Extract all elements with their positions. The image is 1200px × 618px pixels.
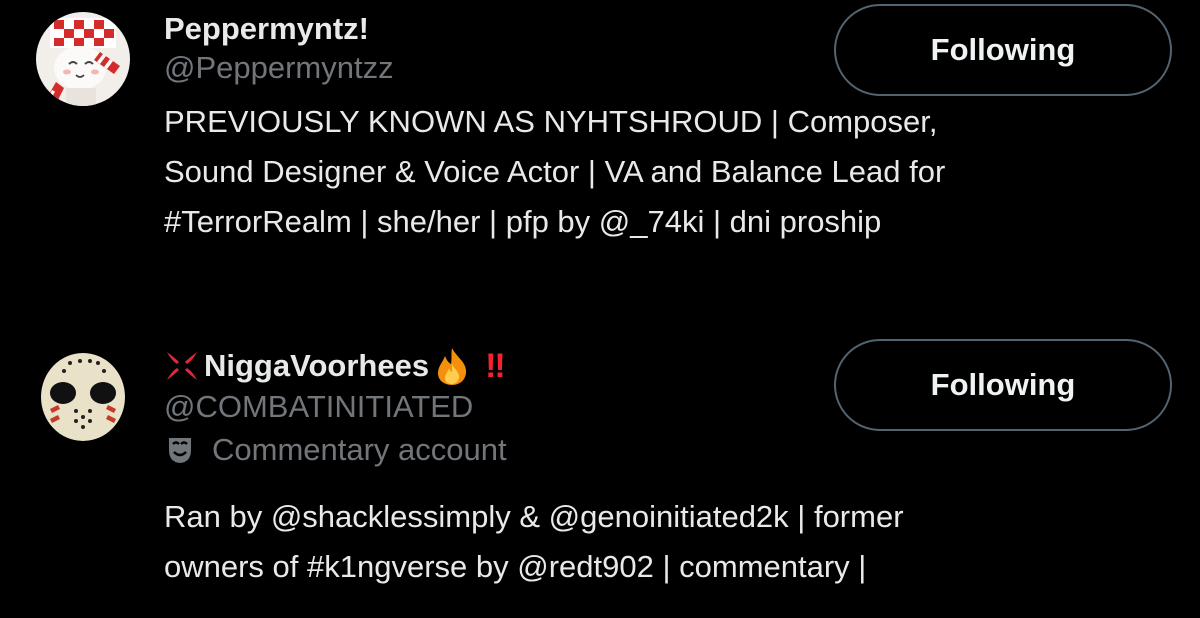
user-cell[interactable]: NiggaVoorhees ‼ @COMBATINITIATED Comment… — [0, 320, 1200, 618]
following-button[interactable]: Following — [834, 4, 1172, 96]
account-label-text[interactable]: Commentary account — [212, 430, 507, 470]
anger-symbol-icon — [167, 352, 197, 380]
user-bio: Ran by @shacklessimply & @genoinitiated2… — [164, 499, 904, 584]
user-bio: PREVIOUSLY KNOWN AS NYHTSHROUD | Compose… — [164, 104, 946, 239]
account-label[interactable]: Commentary account — [164, 430, 1160, 470]
avatar[interactable] — [36, 347, 130, 441]
double-exclamation-icon: ‼ — [485, 347, 505, 385]
theater-masks-icon — [169, 438, 191, 463]
fire-icon — [438, 348, 467, 385]
display-name-text[interactable]: NiggaVoorhees — [204, 348, 429, 384]
hockey-mask-avatar-icon — [36, 347, 130, 441]
avatar[interactable] — [36, 12, 130, 106]
display-name-text[interactable]: Peppermyntz! — [164, 11, 369, 47]
peppermint-character-avatar-icon — [36, 12, 130, 106]
following-button[interactable]: Following — [834, 339, 1172, 431]
user-list: Peppermyntz! @Peppermyntzz PREVIOUSLY KN… — [0, 0, 1200, 618]
user-cell[interactable]: Peppermyntz! @Peppermyntzz PREVIOUSLY KN… — [0, 0, 1200, 300]
